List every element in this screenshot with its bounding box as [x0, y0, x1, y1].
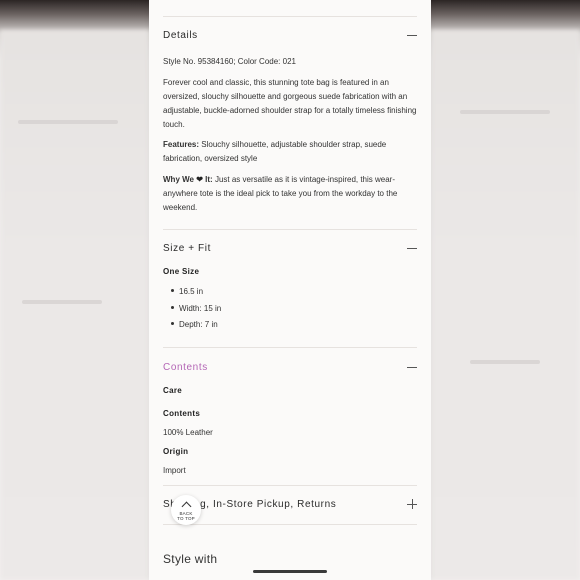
features-text: Features: Slouchy silhouette, adjustable… — [163, 138, 417, 166]
divider — [163, 524, 417, 525]
minus-icon[interactable] — [407, 362, 417, 372]
minus-icon[interactable] — [407, 30, 417, 40]
size-item: 16.5 in — [171, 287, 203, 296]
background-ghost-line — [460, 110, 550, 114]
features-label: Features: — [163, 140, 200, 149]
origin-label: Origin — [163, 447, 189, 456]
product-description: Forever cool and classic, this stunning … — [163, 78, 417, 129]
care-label: Care — [163, 386, 182, 395]
details-header[interactable]: Details — [163, 25, 417, 45]
divider — [163, 347, 417, 348]
style-with-heading: Style with — [163, 552, 218, 566]
contents-value: 100% Leather — [163, 428, 213, 437]
back-to-top-button[interactable]: BACK TO TOP — [171, 495, 201, 525]
background-ghost-line — [22, 300, 102, 304]
heart-icon: ❤ — [196, 175, 203, 184]
one-size-label: One Size — [163, 267, 200, 276]
size-fit-title: Size + Fit — [163, 242, 211, 254]
product-info-panel: Details Style No. 95384160; Color Code: … — [149, 0, 431, 580]
background-ghost-line — [18, 120, 118, 124]
style-number: Style No. 95384160; Color Code: 021 — [163, 57, 296, 66]
contents-label: Contents — [163, 409, 201, 418]
contents-title: Contents — [163, 361, 208, 373]
size-item: Width: 15 in — [171, 304, 221, 313]
details-title: Details — [163, 29, 198, 41]
why-label-prefix: Why We — [163, 175, 194, 184]
background-ghost-line — [470, 360, 540, 364]
divider — [163, 16, 417, 17]
plus-icon[interactable] — [407, 499, 417, 509]
contents-header[interactable]: Contents — [163, 357, 417, 377]
divider — [163, 485, 417, 486]
size-fit-header[interactable]: Size + Fit — [163, 238, 417, 258]
divider — [163, 229, 417, 230]
size-item: Depth: 7 in — [171, 320, 218, 329]
blurred-background-left — [0, 30, 150, 580]
origin-value: Import — [163, 466, 186, 475]
minus-icon[interactable] — [407, 243, 417, 253]
why-we-love-it: Why We ❤ It: Just as versatile as it is … — [163, 173, 417, 215]
home-indicator[interactable] — [253, 570, 327, 573]
why-label-suffix: It: — [205, 175, 213, 184]
chevron-up-icon — [181, 501, 191, 511]
shipping-header[interactable]: Sh g, In-Store Pickup, Returns — [163, 494, 417, 514]
back-to-top-label: BACK TO TOP — [177, 510, 195, 521]
